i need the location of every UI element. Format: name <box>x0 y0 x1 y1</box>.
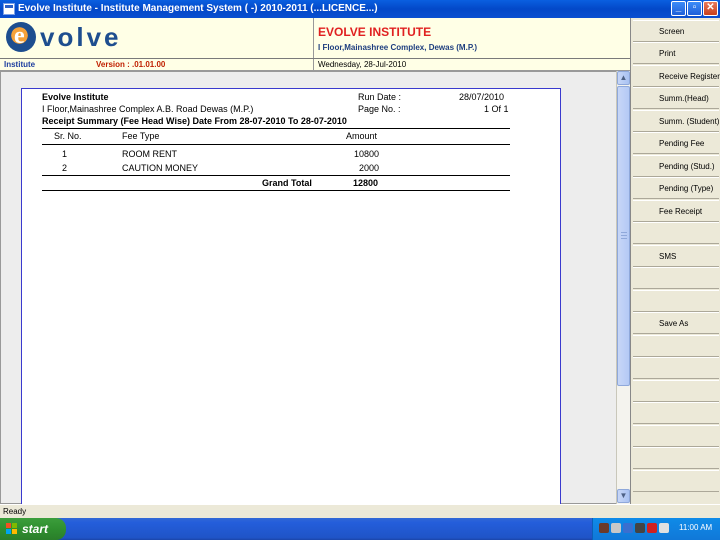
header-divider <box>0 58 630 59</box>
blank-button[interactable] <box>633 470 719 492</box>
table-top-rule <box>42 128 510 129</box>
print-button[interactable]: Print <box>633 42 719 64</box>
row-fee-type: ROOM RENT <box>122 149 177 159</box>
taskbar-clock[interactable]: 11:00 AM <box>679 523 712 532</box>
col-header-fee-type: Fee Type <box>122 131 160 141</box>
grand-total-label: Grand Total <box>262 178 312 188</box>
row-sr: 2 <box>62 163 68 173</box>
grand-total-value: 12800 <box>353 178 379 188</box>
logo-word: volve <box>40 22 122 52</box>
report-address: I Floor,Mainashree Complex A.B. Road Dew… <box>42 104 254 114</box>
window-titlebar[interactable]: Evolve Institute - Institute Management … <box>0 0 720 18</box>
network-icon[interactable] <box>599 523 609 533</box>
close-button[interactable]: ✕ <box>703 1 718 16</box>
monitor-icon[interactable] <box>623 523 633 533</box>
pending-fee-button[interactable]: Pending Fee <box>633 132 719 154</box>
security-shield-icon[interactable] <box>659 523 669 533</box>
row-amount: 10800 <box>354 149 380 159</box>
windows-taskbar: start 11:00 AM <box>0 518 720 540</box>
col-header-amount: Amount <box>346 131 378 141</box>
status-bar: Ready <box>0 504 720 518</box>
scroll-down-button[interactable]: ▼ <box>617 489 630 503</box>
maximize-button[interactable]: ▫ <box>687 1 702 16</box>
institute-label: Institute <box>4 60 36 69</box>
receive-register-button[interactable]: Receive Register <box>633 65 720 87</box>
device-icon[interactable] <box>635 523 645 533</box>
page-no-label: Page No. : <box>358 104 401 114</box>
blank-button[interactable] <box>633 447 719 469</box>
speaker-icon[interactable] <box>611 523 621 533</box>
summ-student-button[interactable]: Summ. (Student) <box>633 110 719 132</box>
summ-head-button[interactable]: Summ.(Head) <box>633 87 719 109</box>
current-date: Wednesday, 28-Jul-2010 <box>318 60 407 69</box>
report-heading: Receipt Summary (Fee Head Wise) Date Fro… <box>42 116 347 126</box>
version-label: Version : .01.01.00 <box>96 60 166 69</box>
blank-button[interactable] <box>633 222 719 244</box>
row-amount: 2000 <box>359 163 380 173</box>
save-as-button[interactable]: Save As <box>633 312 719 334</box>
sms-button[interactable]: SMS <box>633 245 719 267</box>
pending-stud-button[interactable]: Pending (Stud.) <box>633 155 719 177</box>
start-label: start <box>22 522 49 536</box>
blank-button[interactable] <box>633 267 719 289</box>
report-page: Evolve Institute I Floor,Mainashree Comp… <box>21 88 561 518</box>
window-title: Evolve Institute - Institute Management … <box>18 3 378 14</box>
scroll-up-button[interactable]: ▲ <box>617 71 630 85</box>
row-fee-type: CAUTION MONEY <box>122 163 199 173</box>
institute-name: EVOLVE INSTITUTE <box>318 25 432 39</box>
thumb-grip <box>621 235 627 236</box>
report-viewer[interactable]: Evolve Institute I Floor,Mainashree Comp… <box>0 71 630 518</box>
antivirus-icon[interactable] <box>647 523 657 533</box>
status-text: Ready <box>3 507 27 516</box>
app-header: e volve EVOLVE INSTITUTE I Floor,Mainash… <box>0 18 630 71</box>
blank-button[interactable] <box>633 402 719 424</box>
app-icon[interactable] <box>3 3 15 15</box>
fee-receipt-button[interactable]: Fee Receipt <box>633 200 719 222</box>
institute-address: I Floor,Mainashree Complex, Dewas (M.P.) <box>318 43 478 52</box>
table-body-rule <box>42 175 510 176</box>
scroll-thumb[interactable] <box>617 86 630 386</box>
blank-button[interactable] <box>633 380 719 402</box>
blank-button[interactable] <box>633 357 719 379</box>
row-sr: 1 <box>62 149 68 159</box>
report-scrollbar[interactable]: ▲ ▼ <box>616 71 630 504</box>
screen-button[interactable]: Screen <box>633 20 719 42</box>
table-header-rule <box>42 144 510 145</box>
run-date-value: 28/07/2010 <box>459 92 505 102</box>
windows-flag-icon <box>6 523 18 535</box>
page-no-value: 1 Of 1 <box>484 104 509 114</box>
action-panel: Screen Print Receive Register Summ.(Head… <box>630 18 720 504</box>
minimize-button[interactable]: _ <box>671 1 686 16</box>
start-button[interactable]: start <box>0 518 66 540</box>
pending-type-button[interactable]: Pending (Type) <box>633 177 719 199</box>
system-tray: 11:00 AM <box>592 518 720 540</box>
thumb-grip <box>621 238 627 239</box>
logo-e-circle: e <box>6 22 36 52</box>
logo-letter: e <box>14 23 25 49</box>
table-bottom-rule <box>42 190 510 191</box>
col-header-sr: Sr. No. <box>54 131 82 141</box>
blank-button[interactable] <box>633 290 719 312</box>
evolve-logo: e volve <box>6 22 136 52</box>
run-date-label: Run Date : <box>358 92 402 102</box>
report-org-name: Evolve Institute <box>42 92 109 102</box>
thumb-grip <box>621 232 627 233</box>
blank-button[interactable] <box>633 425 719 447</box>
header-separator <box>313 18 314 71</box>
blank-button[interactable] <box>633 335 719 357</box>
